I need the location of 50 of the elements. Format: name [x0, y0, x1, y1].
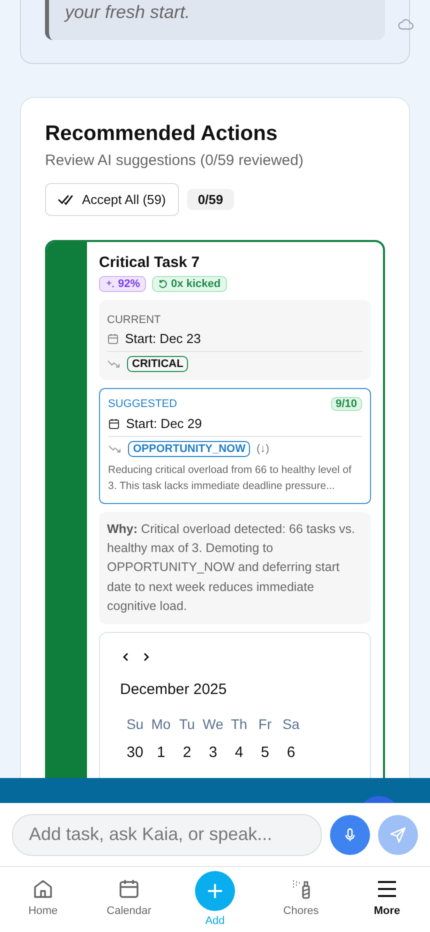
start-date: Start: Dec 23 — [125, 331, 201, 346]
explanation-text: Why: Critical overload detected: 66 tasks vs. healthy max of 3. Demoting to OPPORTUNITY_NOW and deferring start date to next week reduces immediate cognitive load. — [99, 512, 371, 624]
calendar-icon — [108, 418, 120, 430]
month-title: December 2025 — [120, 681, 228, 698]
priority-tag: OPPORTUNITY_NOW — [128, 441, 250, 457]
trend-down-icon — [107, 359, 121, 369]
start-date: Start: Dec 29 — [126, 416, 202, 431]
calendar-day[interactable]: 30 — [122, 744, 148, 762]
reason-text: Reducing critical overload from 66 to healthy level of 3. This task lacks immediate deadline pressure... — [108, 463, 352, 494]
calendar-day[interactable]: 3 — [200, 744, 226, 762]
plus-icon — [195, 871, 235, 911]
home-icon — [31, 877, 55, 901]
weekday-label: Mo — [150, 716, 172, 732]
calendar-icon — [117, 877, 141, 901]
change-indicator: (↓) — [256, 443, 270, 455]
weekday-label: Fr — [257, 716, 273, 732]
calendar-icon — [107, 332, 119, 344]
cloud-icon — [398, 18, 414, 30]
quote-text: your fresh start. — [65, 2, 190, 23]
nav-tab[interactable]: Home — [5, 877, 81, 917]
weekday-label: We — [202, 716, 224, 732]
rotate-icon — [158, 279, 168, 289]
score-badge: 9/10 — [330, 397, 362, 411]
send-icon — [389, 826, 407, 844]
calendar-day[interactable]: 4 — [226, 744, 252, 762]
nav-tab[interactable]: More — [349, 877, 425, 917]
chat-input[interactable]: Add task, ask Kaia, or speak... — [12, 814, 322, 856]
calendar-day[interactable]: 6 — [278, 744, 304, 762]
section-subtitle: Review AI suggestions (0/59 reviewed) — [45, 152, 304, 169]
weekday-label: Tu — [178, 716, 196, 732]
calendar-day[interactable]: 1 — [148, 744, 174, 762]
microphone-button[interactable] — [330, 814, 370, 854]
confidence-badge: 92% — [99, 276, 146, 292]
weekday-label: Sa — [281, 716, 301, 732]
nav-tab[interactable]: Calendar — [91, 877, 167, 917]
task-title: Critical Task 7 — [99, 254, 201, 271]
kicked-badge: 0x kicked — [152, 276, 227, 292]
calendar-day[interactable]: 5 — [252, 744, 278, 762]
weekday-label: Su — [125, 716, 145, 732]
progress-count: 0/59 — [186, 189, 234, 210]
nav-tab[interactable]: Chores — [263, 877, 339, 917]
section-title: Recommended Actions — [45, 122, 279, 146]
panel-label: SUGGESTED — [108, 398, 178, 410]
sparkle-icon — [105, 279, 115, 289]
accept-all-button[interactable]: Accept All (59) — [45, 183, 179, 216]
trend-down-icon — [108, 444, 122, 454]
priority-tag: CRITICAL — [127, 356, 188, 372]
calendar-day[interactable]: 2 — [174, 744, 200, 762]
weekday-label: Th — [230, 716, 248, 732]
panel-label: CURRENT — [107, 314, 162, 326]
